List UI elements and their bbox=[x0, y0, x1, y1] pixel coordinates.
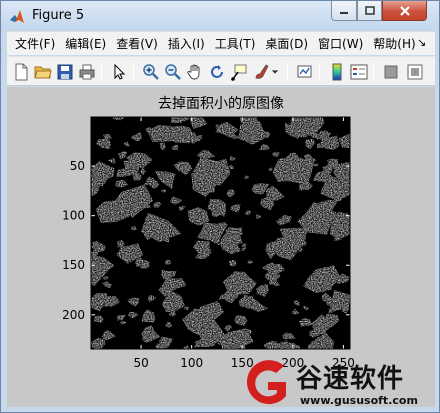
new-figure-icon[interactable] bbox=[11, 62, 31, 82]
print-icon[interactable] bbox=[77, 62, 97, 82]
watermark: 谷速软件 www.gususoft.com bbox=[240, 352, 440, 413]
title-bar[interactable]: Figure 5 bbox=[1, 1, 439, 31]
zoom-out-icon[interactable] bbox=[163, 62, 183, 82]
zoom-in-icon[interactable] bbox=[141, 62, 161, 82]
edit-plot-arrow-icon[interactable] bbox=[109, 62, 129, 82]
toolbar-separator bbox=[373, 63, 374, 81]
menu-bar: 文件(F) 编辑(E) 查看(V) 插入(I) 工具(T) 桌面(D) 窗口(W… bbox=[7, 31, 435, 55]
x-tick-label: 50 bbox=[133, 356, 148, 370]
maximize-icon bbox=[364, 5, 375, 15]
menu-view[interactable]: 查看(V) bbox=[111, 32, 163, 56]
brush-icon[interactable] bbox=[251, 62, 271, 82]
y-tick-label: 200 bbox=[62, 308, 85, 322]
save-icon[interactable] bbox=[55, 62, 75, 82]
menu-overflow-arrow-icon[interactable]: ↘ bbox=[417, 36, 431, 52]
menu-insert[interactable]: 插入(I) bbox=[163, 32, 210, 56]
link-plot-icon[interactable] bbox=[295, 62, 315, 82]
y-tick-label: 150 bbox=[62, 258, 85, 272]
menu-tools[interactable]: 工具(T) bbox=[210, 32, 261, 56]
watermark-logo bbox=[246, 360, 286, 405]
toolbar-separator bbox=[287, 63, 288, 81]
minimize-button[interactable] bbox=[331, 1, 357, 21]
menu-window[interactable]: 窗口(W) bbox=[313, 32, 368, 56]
pan-hand-icon[interactable] bbox=[185, 62, 205, 82]
data-cursor-icon[interactable] bbox=[229, 62, 249, 82]
menu-edit[interactable]: 编辑(E) bbox=[60, 32, 111, 56]
y-tick-label: 100 bbox=[62, 209, 85, 223]
minimize-icon bbox=[340, 11, 348, 14]
close-icon bbox=[399, 5, 410, 16]
show-plot-tools-icon[interactable] bbox=[405, 62, 425, 82]
open-file-icon[interactable] bbox=[33, 62, 53, 82]
x-tick-label: 100 bbox=[180, 356, 203, 370]
menu-file[interactable]: 文件(F) bbox=[7, 32, 60, 56]
y-tick-labels: 50 100 150 200 bbox=[62, 159, 85, 322]
rotate-3d-icon[interactable] bbox=[207, 62, 227, 82]
colorbar-icon[interactable] bbox=[327, 62, 347, 82]
maximize-button[interactable] bbox=[357, 1, 382, 21]
menu-help[interactable]: 帮助(H) bbox=[368, 32, 420, 56]
legend-icon[interactable] bbox=[349, 62, 369, 82]
menu-desktop[interactable]: 桌面(D) bbox=[260, 32, 313, 56]
particle bbox=[140, 260, 150, 269]
window-title: Figure 5 bbox=[32, 8, 85, 23]
hide-plot-tools-icon[interactable] bbox=[381, 62, 401, 82]
chevron-down-icon[interactable] bbox=[270, 62, 280, 82]
close-button[interactable] bbox=[382, 1, 427, 21]
toolbar-separator bbox=[319, 63, 320, 81]
matlab-icon bbox=[10, 10, 24, 23]
watermark-url: www.gususoft.com bbox=[300, 394, 418, 407]
watermark-text: 谷速软件 bbox=[296, 364, 405, 394]
toolbar-separator bbox=[133, 63, 134, 81]
toolbar-separator bbox=[101, 63, 102, 81]
toolbar bbox=[7, 56, 435, 86]
y-tick-label: 50 bbox=[70, 159, 85, 173]
